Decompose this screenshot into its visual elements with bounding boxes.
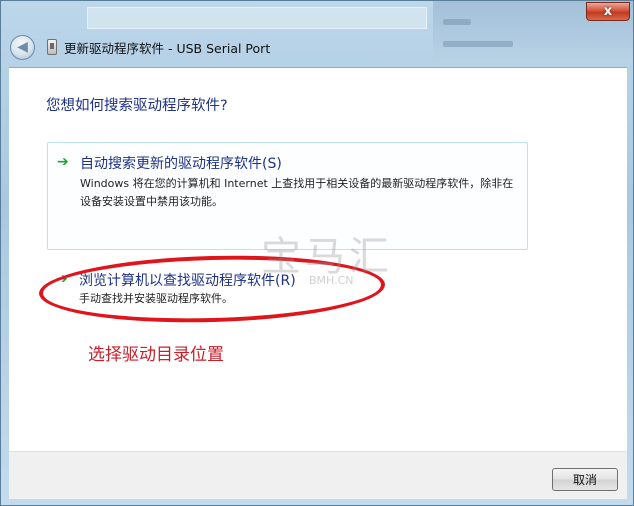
- cancel-button[interactable]: 取消: [552, 468, 618, 491]
- green-arrow-icon: ➔: [57, 154, 69, 170]
- ghost-line: [443, 19, 471, 25]
- usb-device-icon: [47, 39, 57, 55]
- annotation-text: 选择驱动目录位置: [88, 345, 224, 365]
- close-icon: x: [603, 4, 613, 19]
- back-button[interactable]: ◀: [10, 35, 35, 60]
- option-auto-search-title: 自动搜索更新的驱动程序软件(S): [80, 156, 282, 172]
- option-auto-search-description: Windows 将在您的计算机和 Internet 上查找用于相关设备的最新驱动…: [80, 177, 514, 208]
- page-question: 您想如何搜索驱动程序软件?: [46, 98, 228, 114]
- wizard-footer: 取消: [9, 451, 627, 499]
- window-title: 更新驱动程序软件 - USB Serial Port: [64, 41, 271, 56]
- ghost-line: [443, 41, 513, 47]
- window-frame: x ◀ 更新驱动程序软件 - USB Serial Port 您想如何搜索驱动程…: [0, 0, 634, 506]
- close-button[interactable]: x: [586, 2, 630, 21]
- background-window-ghost: [87, 7, 427, 29]
- watermark-subtext: BMH.CN: [309, 274, 354, 287]
- wizard-content: 您想如何搜索驱动程序软件? ➔ 自动搜索更新的驱动程序软件(S) Windows…: [9, 67, 627, 451]
- back-arrow-icon: ◀: [17, 39, 28, 55]
